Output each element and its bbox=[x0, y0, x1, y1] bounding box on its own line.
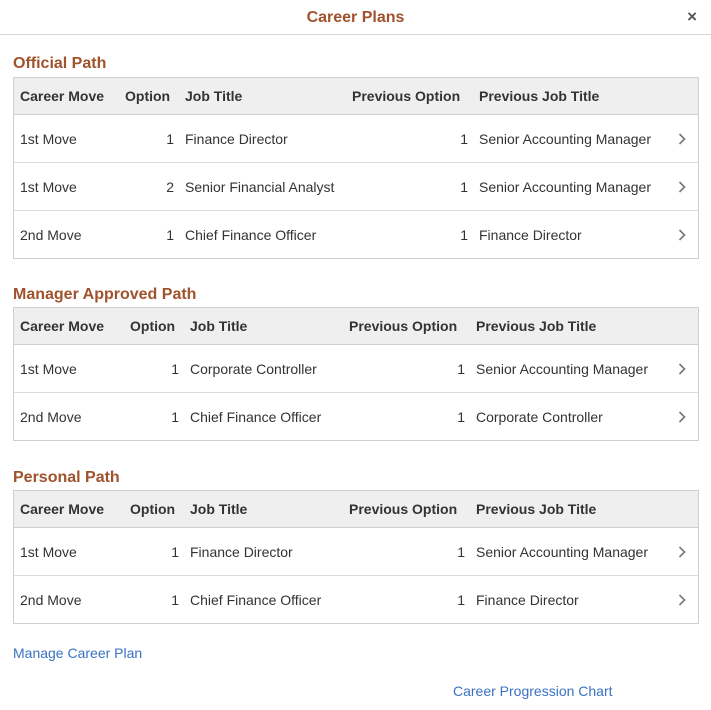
chevron-right-icon[interactable] bbox=[678, 163, 686, 210]
personal-path-grid: Career Move Option Job Title Previous Op… bbox=[13, 490, 699, 624]
col-header-job-title: Job Title bbox=[185, 88, 243, 104]
chevron-right-icon[interactable] bbox=[678, 576, 686, 623]
manage-career-plan-link[interactable]: Manage Career Plan bbox=[13, 645, 142, 661]
career-progression-chart-link[interactable]: Career Progression Chart bbox=[453, 683, 613, 699]
close-icon[interactable]: × bbox=[687, 8, 697, 26]
cell-previous-option: 1 bbox=[457, 591, 465, 608]
col-header-option: Option bbox=[125, 88, 171, 104]
cell-previous-option: 1 bbox=[457, 360, 465, 377]
cell-previous-job-title: Finance Director bbox=[479, 226, 582, 243]
cell-previous-option: 1 bbox=[460, 178, 468, 195]
col-header-previous-job-title: Previous Job Title bbox=[476, 501, 597, 517]
chevron-right-icon[interactable] bbox=[678, 528, 686, 575]
table-row[interactable]: 1st Move 1 Finance Director 1 Senior Account… bbox=[14, 115, 698, 163]
official-path-grid: Career Move Option Job Title Previous Op… bbox=[13, 77, 699, 259]
col-header-previous-option: Previous Option bbox=[349, 501, 458, 517]
col-header-career-move: Career Move bbox=[20, 318, 105, 334]
cell-previous-option: 1 bbox=[460, 226, 468, 243]
col-header-job-title: Job Title bbox=[190, 501, 248, 517]
col-header-previous-option: Previous Option bbox=[352, 88, 461, 104]
cell-previous-option: 1 bbox=[457, 408, 465, 425]
official-path-title: Official Path bbox=[13, 55, 107, 72]
cell-previous-option: 1 bbox=[457, 543, 465, 560]
col-header-option: Option bbox=[130, 501, 176, 517]
cell-previous-job-title: Senior Accounting Manager bbox=[479, 130, 651, 147]
col-header-job-title: Job Title bbox=[190, 318, 248, 334]
chevron-right-icon[interactable] bbox=[678, 115, 686, 162]
table-row[interactable]: 1st Move 1 Finance Director 1 Senior Account… bbox=[14, 528, 698, 576]
chevron-right-icon[interactable] bbox=[678, 345, 686, 392]
table-row[interactable]: 1st Move 2 Senior Financial Analyst 1 Senior… bbox=[14, 163, 698, 211]
col-header-previous-job-title: Previous Job Title bbox=[476, 318, 597, 334]
cell-previous-job-title: Senior Accounting Manager bbox=[476, 543, 648, 560]
grid-header-row: Career Move Option Job Title Previous Op… bbox=[14, 308, 698, 345]
col-header-previous-job-title: Previous Job Title bbox=[479, 88, 600, 104]
manager-path-title: Manager Approved Path bbox=[13, 286, 197, 303]
grid-header-row: Career Move Option Job Title Previous Op… bbox=[14, 78, 698, 115]
table-row[interactable]: 2nd Move 1 Chief Finance Officer 1 Finance D… bbox=[14, 211, 698, 258]
col-header-option: Option bbox=[130, 318, 176, 334]
cell-previous-option: 1 bbox=[460, 130, 468, 147]
table-row[interactable]: 1st Move 1 Corporate Controller 1 Senior Acc… bbox=[14, 345, 698, 393]
chevron-right-icon[interactable] bbox=[678, 211, 686, 258]
dialog-title: Career Plans bbox=[306, 9, 405, 26]
table-row[interactable]: 2nd Move 1 Chief Finance Officer 1 Finance D… bbox=[14, 576, 698, 623]
manager-path-grid: Career Move Option Job Title Previous Op… bbox=[13, 307, 699, 441]
cell-previous-job-title: Corporate Controller bbox=[476, 408, 603, 425]
col-header-career-move: Career Move bbox=[20, 88, 105, 104]
col-header-career-move: Career Move bbox=[20, 501, 105, 517]
col-header-previous-option: Previous Option bbox=[349, 318, 458, 334]
grid-header-row: Career Move Option Job Title Previous Op… bbox=[14, 491, 698, 528]
chevron-right-icon[interactable] bbox=[678, 393, 686, 440]
table-row[interactable]: 2nd Move 1 Chief Finance Officer 1 Corporate… bbox=[14, 393, 698, 440]
personal-path-title: Personal Path bbox=[13, 469, 120, 486]
cell-previous-job-title: Senior Accounting Manager bbox=[476, 360, 648, 377]
cell-previous-job-title: Senior Accounting Manager bbox=[479, 178, 651, 195]
dialog-header: Career Plans × bbox=[0, 0, 711, 35]
cell-previous-job-title: Finance Director bbox=[476, 591, 579, 608]
